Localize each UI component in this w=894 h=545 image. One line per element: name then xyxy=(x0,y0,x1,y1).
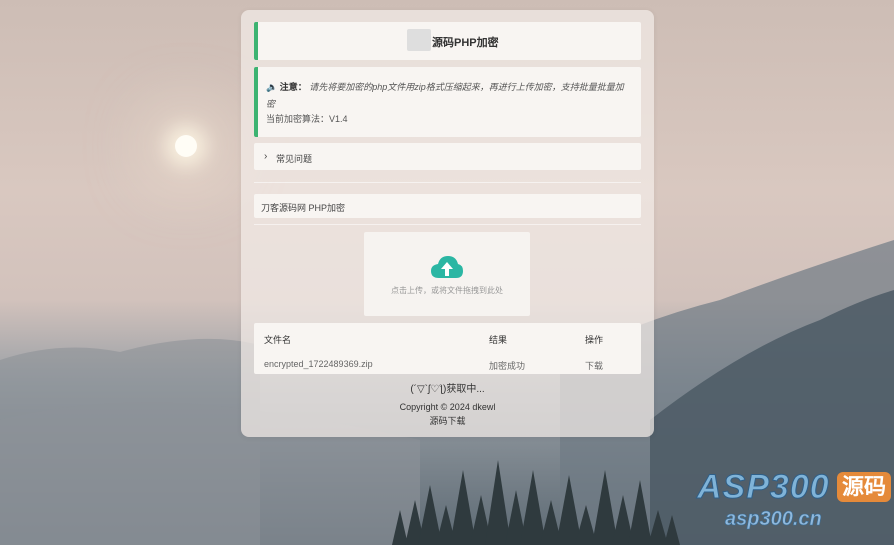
watermark-text-main: ASP300 xyxy=(697,468,830,507)
upload-dropzone[interactable]: 点击上传，或将文件拖拽到此处 xyxy=(364,232,530,316)
chevron-right-icon: › xyxy=(264,151,268,162)
faq-toggle[interactable]: › 常见问题 xyxy=(254,143,641,170)
watermark: ASP300 源码 asp300.cn xyxy=(697,468,893,538)
brand-bar: 刀客源码网 PHP加密 xyxy=(254,194,641,218)
source-download-link[interactable]: 源码下载 xyxy=(241,414,654,427)
header-filename: 文件名 xyxy=(264,335,292,345)
header-result: 结果 xyxy=(489,335,508,345)
upload-hint: 点击上传，或将文件拖拽到此处 xyxy=(391,286,503,295)
main-panel: 源码PHP加密 🔈 注意： 请先将要加密的php文件用zip格式压缩起来，再进行… xyxy=(241,10,654,437)
notice-text: 请先将要加密的php文件用zip格式压缩起来，再进行上传加密，支持批量批量加密 xyxy=(266,82,624,109)
copyright: Copyright © 2024 dkewl xyxy=(399,402,496,412)
watermark-url: asp300.cn xyxy=(725,508,822,531)
brand-label: 刀客源码网 PHP加密 xyxy=(261,203,346,213)
notice-label: 注意： xyxy=(279,82,307,92)
watermark-badge: 源码 xyxy=(837,472,891,502)
cloud-upload-icon xyxy=(431,256,463,278)
divider xyxy=(254,224,641,225)
title-card: 源码PHP加密 xyxy=(254,22,641,60)
faq-label: 常见问题 xyxy=(276,154,313,164)
notice-card: 🔈 注意： 请先将要加密的php文件用zip格式压缩起来，再进行上传加密，支持批… xyxy=(254,67,641,137)
row-result: 加密成功 xyxy=(489,361,526,371)
download-link[interactable]: 下载 xyxy=(585,359,603,372)
status-text: (´▽`ʃ♡ƪ)获取中... xyxy=(410,384,485,395)
header-action: 操作 xyxy=(585,335,604,345)
row-filename: encrypted_1722489369.zip xyxy=(264,359,373,369)
logo-placeholder xyxy=(407,29,431,51)
algorithm-version: 当前加密算法：V1.4 xyxy=(266,114,348,124)
divider xyxy=(254,182,641,183)
page-title: 源码PHP加密 xyxy=(432,37,499,49)
notice-text-block: 🔈 注意： 请先将要加密的php文件用zip格式压缩起来，再进行上传加密，支持批… xyxy=(266,79,632,113)
results-table: 文件名 结果 操作 encrypted_1722489369.zip 加密成功 … xyxy=(254,323,641,374)
speaker-icon: 🔈 xyxy=(266,82,278,92)
